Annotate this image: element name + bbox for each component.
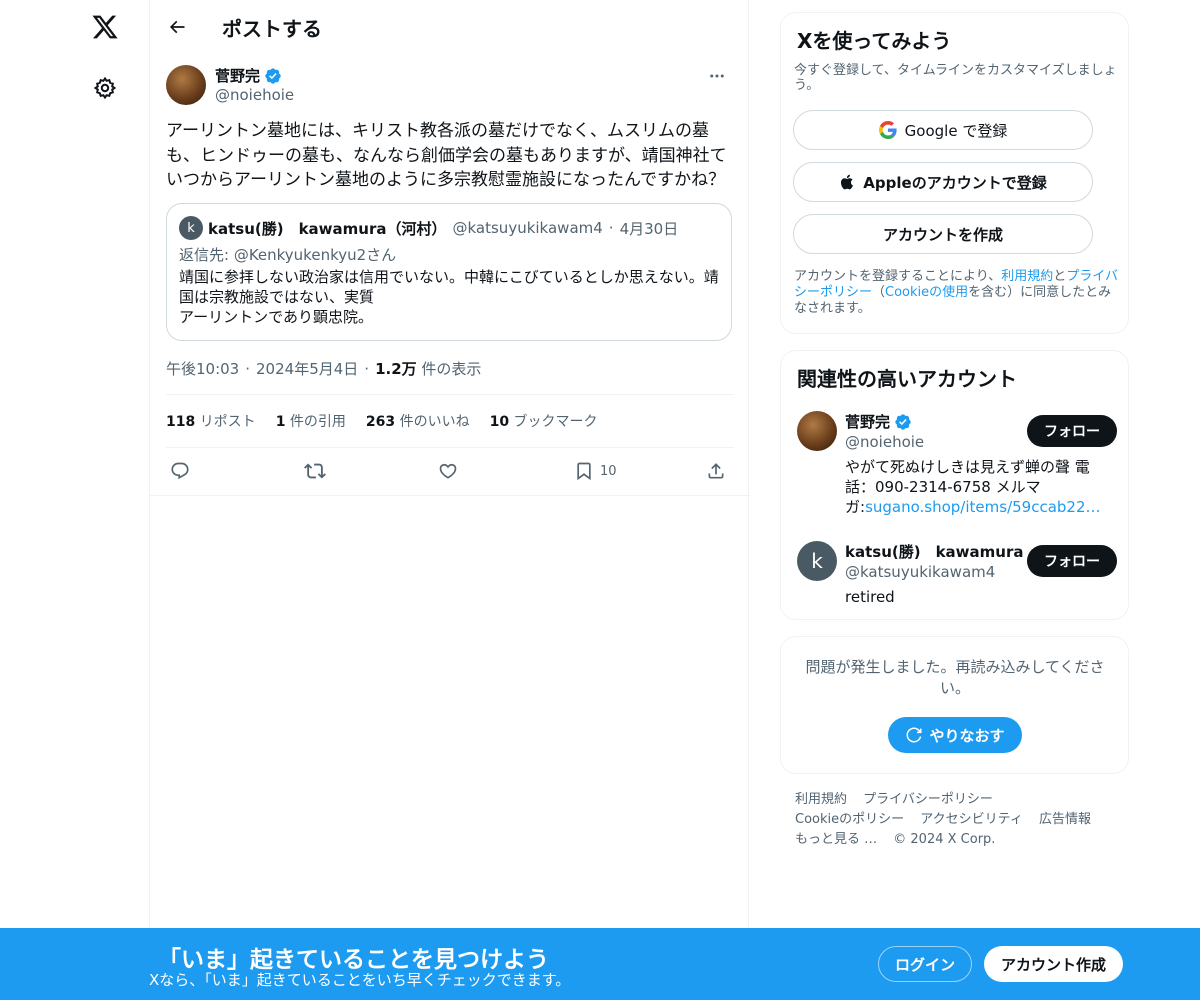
apple-signup-button[interactable]: Appleのアカウントで登録 [793, 162, 1093, 202]
author-name-row[interactable]: 菅野完 [215, 65, 282, 86]
divider [166, 447, 734, 448]
related-name: 菅野完 [845, 413, 891, 431]
apple-signup-label: Appleのアカウントで登録 [863, 173, 1047, 192]
bookmarks-stat[interactable]: 10 ブックマーク [490, 411, 598, 431]
divider [150, 495, 750, 496]
related-name[interactable]: katsu(勝) kawamura [845, 541, 1024, 562]
divider [166, 394, 734, 395]
cookie-link[interactable]: Cookieの使用 [885, 285, 968, 300]
related-handle: @noiehoie [845, 433, 925, 451]
quote-body: 靖国に参拝しない政治家は信用でいない。中韓にこびているとしか思えない。靖 国は宗… [179, 267, 719, 327]
related-name-row[interactable]: 菅野完 [845, 411, 912, 432]
footer-links: 利用規約 プライバシーポリシー Cookieのポリシー アクセシビリティ 広告情… [795, 790, 1115, 850]
footer-link[interactable]: もっと見る … [795, 832, 877, 847]
quotes-stat[interactable]: 1 件の引用 [276, 411, 346, 431]
related-accounts-card: 関連性の高いアカウント 菅野完 @noiehoie やがて死ぬけしきは見えず蝉の… [780, 350, 1129, 620]
avatar[interactable] [166, 65, 206, 105]
follow-button[interactable]: フォロー [1027, 415, 1117, 447]
share-icon[interactable] [706, 458, 726, 484]
signup-button[interactable]: アカウント作成 [984, 946, 1123, 982]
quoted-tweet[interactable]: k katsu(勝) kawamura（河村） @katsuyukikawam4… [166, 203, 732, 341]
tweet-meta: 午後10:03 · 2024年5月4日 · 1.2万 件の表示 [166, 360, 482, 378]
retry-label: やりなおす [929, 726, 1005, 745]
tweet-time[interactable]: 午後10:03 [166, 360, 239, 378]
x-logo-icon[interactable] [88, 10, 122, 44]
tweet-stats: 118 リポスト 1 件の引用 263 件のいいね 10 ブックマーク [166, 411, 598, 431]
author-name[interactable]: 菅野完 [215, 65, 260, 86]
legal-text: （ [872, 285, 886, 300]
trends-error-card: 問題が発生しました。再読み込みしてください。 やりなおす [780, 636, 1129, 774]
quote-reply-to: 返信先: @Kenkyukenkyu2さん [179, 246, 397, 264]
copyright: © 2024 X Corp. [893, 832, 996, 847]
avatar[interactable]: k [797, 541, 837, 581]
more-options-icon[interactable] [702, 66, 732, 86]
refresh-icon [906, 727, 922, 743]
bookmark-icon[interactable]: 10 [574, 458, 617, 484]
quote-author-handle: @katsuyukikawam4 [452, 219, 603, 237]
views-count: 1.2万 [375, 360, 417, 378]
tweet-author: 菅野完 @noiehoie [166, 64, 734, 108]
views-label: 件の表示 [421, 360, 482, 378]
tweet-actions: 10 [166, 458, 734, 484]
footer-link[interactable]: 広告情報 [1039, 812, 1091, 827]
error-message: 問題が発生しました。再読み込みしてください。 [805, 658, 1105, 697]
arrow-left-icon[interactable] [164, 14, 190, 40]
reply-icon[interactable] [170, 458, 190, 484]
related-bio: やがて死ぬけしきは見えず蝉の聲 電話：090-2314-6758 メルマガ:su… [845, 457, 1101, 517]
related-account[interactable]: 菅野完 @noiehoie やがて死ぬけしきは見えず蝉の聲 電話：090-231… [797, 411, 1117, 521]
related-accounts-title: 関連性の高いアカウント [797, 367, 1017, 391]
footer-link[interactable]: プライバシーポリシー [863, 792, 993, 807]
google-signup-label: Google で登録 [904, 121, 1008, 140]
page-title: ポストする [222, 17, 322, 41]
signup-card-subtitle: 今すぐ登録して、タイムラインをカスタマイズしましょう。 [794, 63, 1117, 93]
like-icon[interactable] [438, 458, 458, 484]
follow-button[interactable]: フォロー [1027, 545, 1117, 577]
verified-badge-icon [265, 67, 281, 84]
header: ポストする [150, 0, 750, 53]
bookmark-count: 10 [600, 463, 617, 479]
quote-line: 国は宗教施設ではない、実質 [179, 288, 375, 306]
footer-link[interactable]: アクセシビリティ [920, 812, 1023, 827]
apple-icon [841, 174, 854, 190]
legal-text: と [1053, 269, 1067, 284]
create-account-label: アカウントを作成 [882, 225, 1003, 244]
signup-card-title: Xを使ってみよう [797, 29, 952, 53]
google-signup-button[interactable]: Google で登録 [793, 110, 1093, 150]
separator-dot: · [608, 219, 614, 237]
repost-icon[interactable] [304, 458, 326, 484]
related-account[interactable]: k katsu(勝) kawamura @katsuyukikawam4 ret… [797, 541, 1117, 611]
footer-link[interactable]: Cookieのポリシー [795, 812, 904, 827]
create-account-button[interactable]: アカウントを作成 [793, 214, 1093, 254]
author-handle[interactable]: @noiehoie [215, 86, 294, 104]
google-icon [878, 121, 897, 139]
footer-link[interactable]: 利用規約 [795, 792, 847, 807]
verified-badge-icon [895, 413, 911, 430]
gear-icon[interactable] [91, 74, 119, 102]
bio-link[interactable]: sugano.shop/items/59ccab22… [865, 498, 1100, 516]
main-column: ポストする 菅野完 @noiehoie アーリントン墓地には、キリスト教各派の墓… [149, 0, 750, 1000]
login-banner: 「いま」起きていることを見つけよう Xなら、「いま」起きていることをいち早くチェ… [0, 928, 1200, 1000]
quote-author-name: katsu(勝) kawamura（河村） [208, 219, 447, 238]
login-button[interactable]: ログイン [878, 946, 972, 982]
quote-avatar: k [179, 216, 203, 240]
legal-text: アカウントを登録することにより、 [794, 269, 1002, 284]
quote-line: アーリントンであり顕忠院。 [179, 308, 373, 326]
related-bio: retired [845, 588, 895, 606]
related-handle: @katsuyukikawam4 [845, 563, 996, 581]
terms-link[interactable]: 利用規約 [1001, 269, 1053, 284]
tweet-date[interactable]: 2024年5月4日 [256, 360, 358, 378]
retry-button[interactable]: やりなおす [888, 717, 1022, 753]
quote-line: 靖国に参拝しない政治家は信用でいない。中韓にこびているとしか思えない。靖 [179, 268, 719, 286]
tweet-text: アーリントン墓地には、キリスト教各派の墓だけでなく、ムスリムの墓も、ヒンドゥーの… [166, 121, 727, 190]
likes-stat[interactable]: 263 件のいいね [366, 411, 470, 431]
left-rail [0, 0, 150, 1000]
avatar[interactable] [797, 411, 837, 451]
reposts-stat[interactable]: 118 リポスト [166, 411, 256, 431]
signup-legal-text: アカウントを登録することにより、利用規約とプライバシーポリシー（Cookieの使… [794, 269, 1119, 317]
banner-subtitle: Xなら、「いま」起きていることをいち早くチェックできます。 [149, 971, 571, 989]
quote-date: 4月30日 [619, 219, 679, 238]
signup-card: Xを使ってみよう 今すぐ登録して、タイムラインをカスタマイズしましょう。 Goo… [780, 12, 1129, 334]
